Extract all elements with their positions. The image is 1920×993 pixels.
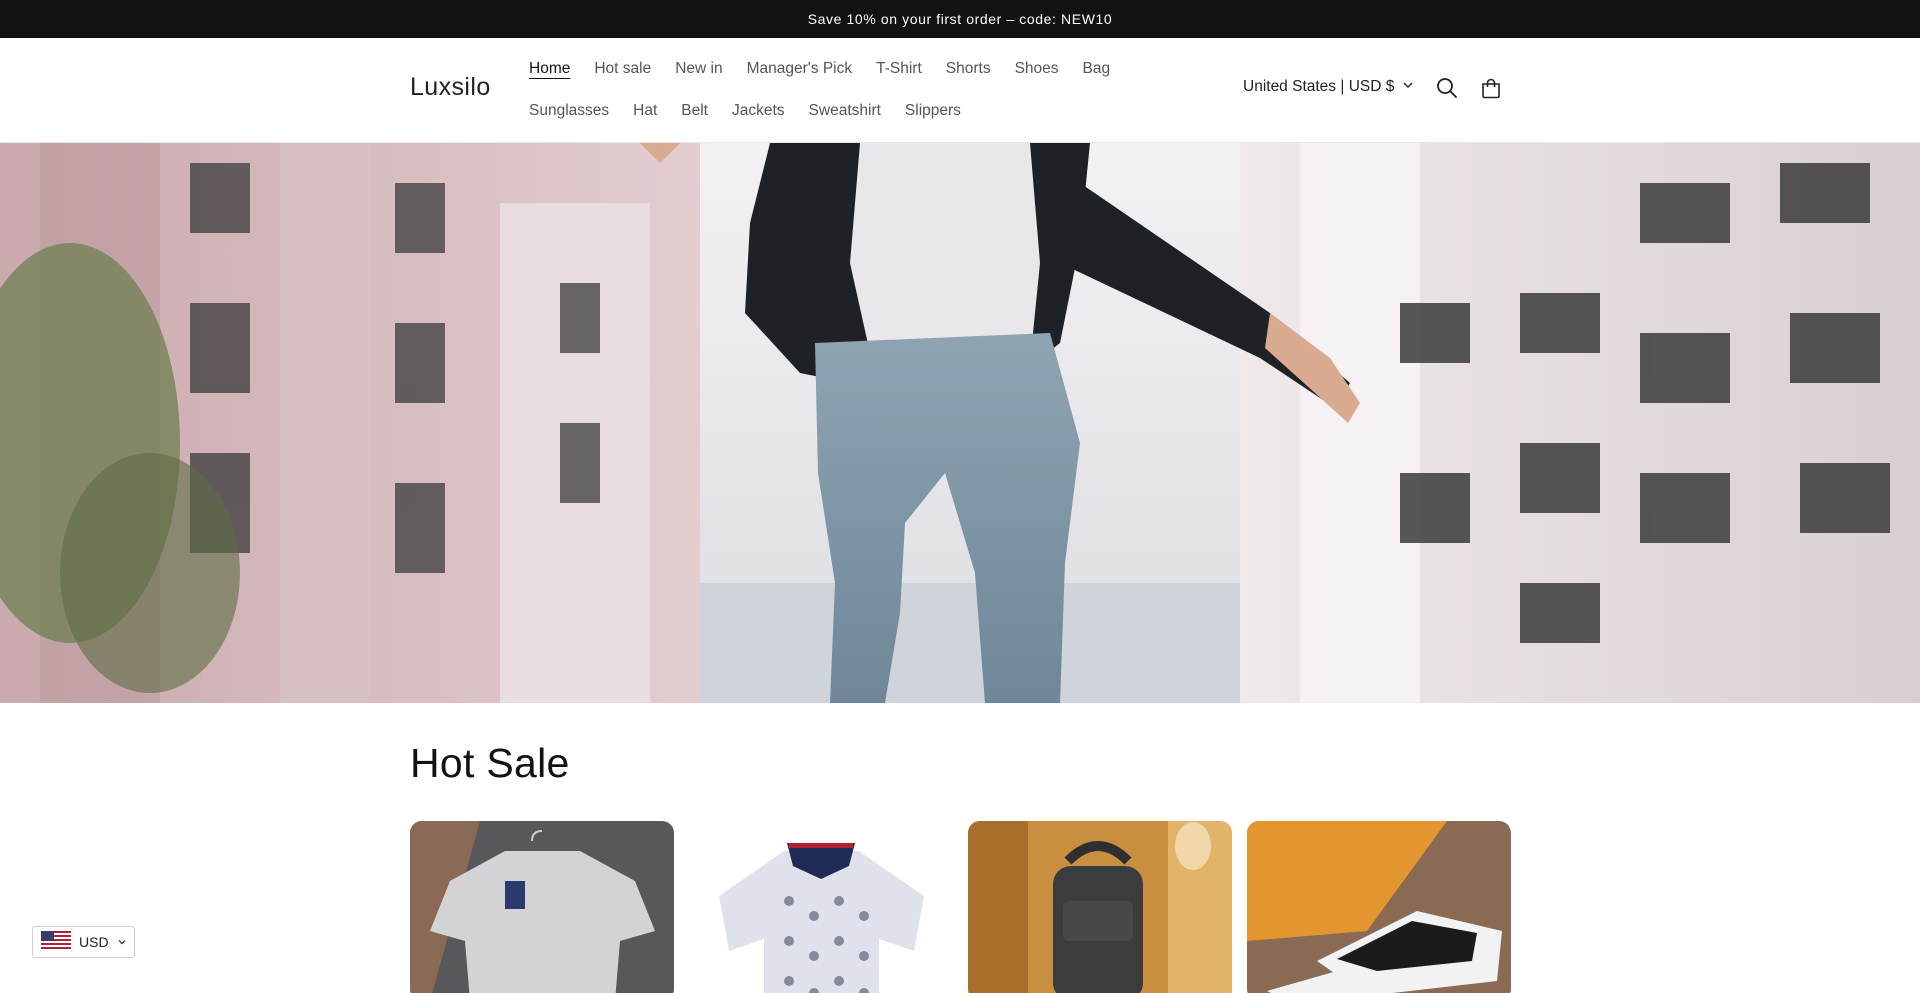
nav-item-sweatshirt[interactable]: Sweatshirt [809, 99, 881, 123]
search-icon[interactable] [1434, 75, 1460, 101]
nav-item-hot-sale[interactable]: Hot sale [594, 57, 651, 81]
nav-item-hat[interactable]: Hat [633, 99, 657, 123]
nav-item-bag[interactable]: Bag [1083, 57, 1111, 81]
main-nav-row-1: Home Hot sale New in Manager's Pick T-Sh… [529, 57, 1110, 81]
nav-item-t-shirt[interactable]: T-Shirt [876, 57, 922, 81]
hero-image [0, 143, 1920, 703]
nav-item-belt[interactable]: Belt [681, 99, 708, 123]
nav-item-jackets[interactable]: Jackets [732, 99, 785, 123]
product-card[interactable] [410, 821, 674, 993]
us-flag-icon [41, 930, 71, 954]
chevron-down-icon [1402, 78, 1414, 96]
nav-item-shorts[interactable]: Shorts [946, 57, 991, 81]
nav-item-slippers[interactable]: Slippers [905, 99, 961, 123]
chevron-down-icon [117, 934, 127, 950]
product-image-tshirt [410, 821, 674, 993]
site-header: Luxsilo Home Hot sale New in Manager's P… [0, 38, 1920, 143]
locale-label: United States | USD $ [1243, 78, 1395, 95]
hot-sale-heading: Hot Sale [410, 740, 570, 786]
main-nav-row-2: Sunglasses Hat Belt Jackets Sweatshirt S… [529, 99, 961, 123]
product-image-bag [968, 821, 1232, 993]
currency-switcher[interactable]: USD [32, 926, 135, 958]
announcement-text: Save 10% on your first order – code: NEW… [807, 11, 1113, 27]
country-currency-selector[interactable]: United States | USD $ [1243, 78, 1414, 96]
nav-item-managers-pick[interactable]: Manager's Pick [747, 57, 852, 81]
product-image-sneakers [1247, 821, 1511, 993]
currency-label: USD [79, 934, 109, 950]
product-card[interactable] [968, 821, 1232, 993]
cart-icon[interactable] [1478, 75, 1504, 101]
hero-banner[interactable] [0, 143, 1920, 703]
product-card[interactable] [689, 821, 953, 993]
site-logo[interactable]: Luxsilo [410, 73, 491, 102]
product-image-polo [689, 821, 953, 993]
product-card[interactable] [1247, 821, 1511, 993]
nav-item-home[interactable]: Home [529, 57, 570, 81]
nav-item-new-in[interactable]: New in [675, 57, 722, 81]
nav-item-sunglasses[interactable]: Sunglasses [529, 99, 609, 123]
announcement-bar: Save 10% on your first order – code: NEW… [0, 0, 1920, 38]
nav-item-shoes[interactable]: Shoes [1015, 57, 1059, 81]
